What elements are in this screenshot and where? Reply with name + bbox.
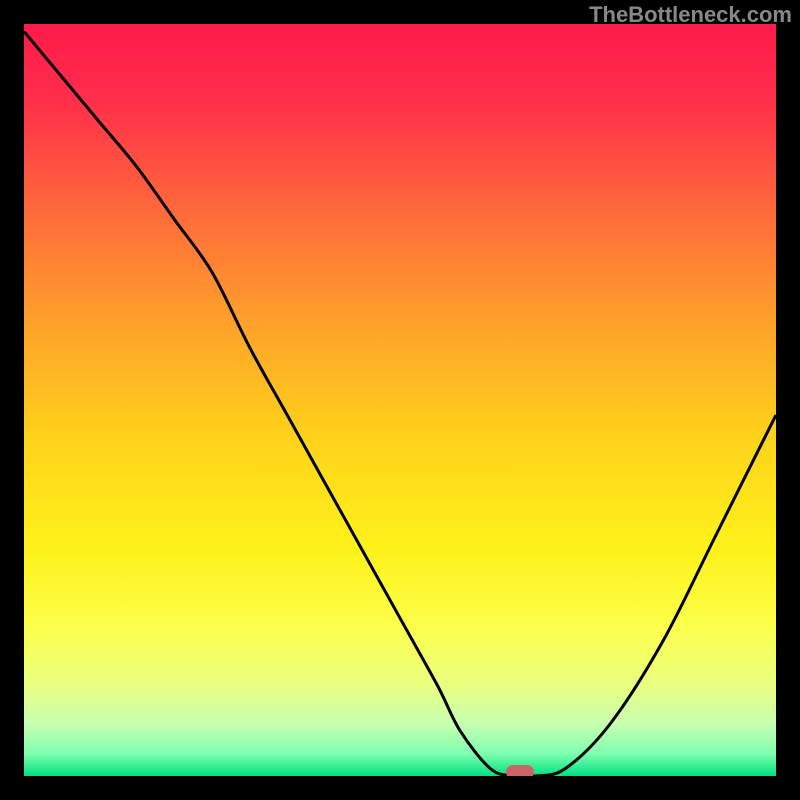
watermark-text: TheBottleneck.com xyxy=(589,2,792,28)
chart-container: TheBottleneck.com xyxy=(0,0,800,800)
optimal-marker xyxy=(506,765,534,776)
plot-area xyxy=(24,24,776,776)
bottleneck-curve xyxy=(24,24,776,776)
